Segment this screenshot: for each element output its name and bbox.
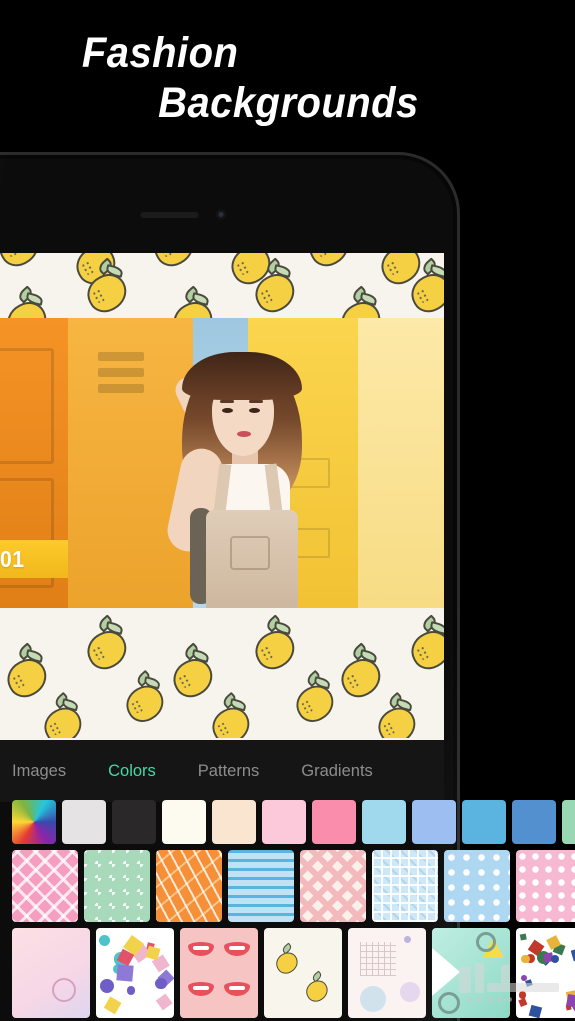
memphis-shape — [155, 993, 172, 1010]
color-swatch-dark-charcoal[interactable] — [112, 800, 156, 844]
color-swatch-cream[interactable] — [162, 800, 206, 844]
background-swatch-pink-abstract-background[interactable] — [12, 928, 90, 1018]
lemon-icon — [293, 671, 337, 722]
lemon-pattern-bottom — [0, 608, 444, 738]
bottom-panel: Images Colors Patterns Gradients — [0, 740, 444, 802]
app-canvas[interactable]: VLOG#01 — [0, 253, 444, 763]
lemon-icon — [4, 287, 50, 318]
pattern-swatch-pink-polka-dot-pattern[interactable] — [516, 850, 575, 922]
colors-row — [0, 800, 575, 844]
lemon-icon — [151, 253, 197, 267]
object-icon — [520, 934, 527, 941]
phone-earpiece — [141, 208, 228, 221]
tab-colors[interactable]: Colors — [108, 762, 156, 781]
eyebrow-right — [249, 400, 263, 403]
model-figure — [156, 338, 331, 608]
lemon-icon — [408, 259, 444, 313]
pattern-swatch-orange-confetti-pattern[interactable] — [156, 850, 222, 922]
lemon-pattern-top — [0, 253, 444, 318]
memphis-shape — [117, 964, 134, 981]
color-swatch-peach[interactable] — [212, 800, 256, 844]
eye-right — [249, 408, 260, 413]
background-swatch-red-lips-background[interactable] — [180, 928, 258, 1018]
lemon-icon — [170, 287, 216, 318]
promo-screenshot: Fashion Backgrounds — [0, 0, 575, 1021]
memphis-shape — [103, 996, 121, 1014]
eyebrow-left — [220, 400, 234, 403]
background-swatch-grid-shapes-background[interactable] — [348, 928, 426, 1018]
decor-circle — [404, 936, 411, 943]
grid-shape — [360, 942, 396, 976]
memphis-shape — [127, 986, 136, 995]
front-camera-icon — [215, 208, 228, 221]
photo-preview[interactable]: VLOG#01 — [0, 318, 444, 608]
color-swatch-light-gray[interactable] — [62, 800, 106, 844]
color-swatch-periwinkle[interactable] — [412, 800, 456, 844]
lemon-icon — [209, 693, 253, 738]
vlog-badge: VLOG#01 — [0, 540, 68, 578]
speaker-grille-icon — [141, 212, 199, 218]
lemon-icon — [375, 693, 419, 738]
lemon-icon — [170, 644, 216, 698]
overall-pocket — [230, 536, 270, 570]
headline-line-2: Backgrounds — [0, 78, 465, 128]
color-swatch-sky-blue[interactable] — [462, 800, 506, 844]
locker-cream — [358, 318, 444, 608]
pattern-swatch-pink-diamond-pattern[interactable] — [12, 850, 78, 922]
memphis-shape — [99, 935, 110, 946]
lemon-icon — [252, 259, 298, 313]
triangle-shape — [432, 948, 460, 996]
memphis-shape — [155, 978, 167, 990]
decor-circle — [360, 986, 386, 1012]
pattern-swatch-pink-chevron-pattern[interactable] — [300, 850, 366, 922]
color-swatch-light-pink[interactable] — [262, 800, 306, 844]
lemon-icon — [274, 944, 300, 974]
pattern-swatch-blue-wave-pattern[interactable] — [228, 850, 294, 922]
lemon-icon — [0, 253, 42, 267]
lips-icon — [188, 982, 214, 996]
lemon-icon — [306, 253, 352, 267]
pattern-swatch-blue-crosshatch-pattern[interactable] — [372, 850, 438, 922]
tab-images[interactable]: Images — [12, 762, 66, 781]
background-swatch-memphis-shapes-background[interactable] — [96, 928, 174, 1018]
background-swatch-lemon-background[interactable] — [264, 928, 342, 1018]
tab-patterns[interactable]: Patterns — [198, 762, 259, 781]
lips — [237, 431, 251, 437]
object-icon — [570, 947, 575, 961]
lemon-icon — [338, 644, 384, 698]
patterns-row — [0, 850, 575, 922]
page-title: Fashion Backgrounds — [0, 28, 500, 128]
lemon-icon — [4, 644, 50, 698]
ring-shape — [476, 932, 496, 952]
lemon-icon — [123, 671, 167, 722]
lemon-icon — [304, 972, 330, 1002]
vlog-badge-label: VLOG#01 — [0, 546, 24, 573]
pattern-swatch-blue-polka-dot-pattern[interactable] — [444, 850, 510, 922]
tab-gradients[interactable]: Gradients — [301, 762, 373, 781]
lips-icon — [224, 942, 250, 956]
color-swatch-mint-green[interactable] — [562, 800, 575, 844]
memphis-shape — [100, 979, 114, 993]
lips-icon — [224, 982, 250, 996]
lemon-icon — [408, 616, 444, 670]
lemon-icon — [338, 287, 384, 318]
color-swatch-color-picker[interactable] — [12, 800, 56, 844]
lemon-icon — [41, 693, 85, 738]
tab-bar: Images Colors Patterns Gradients — [0, 740, 444, 802]
lemon-icon — [84, 259, 130, 313]
headline-line-1: Fashion — [0, 28, 465, 78]
color-swatch-hot-pink[interactable] — [312, 800, 356, 844]
hair-bangs — [182, 352, 302, 400]
lemon-icon — [252, 616, 298, 670]
lemon-icon — [84, 616, 130, 670]
store-watermark — [457, 961, 567, 1007]
decor-circle — [400, 982, 420, 1002]
lips-icon — [188, 942, 214, 956]
pattern-swatch-green-quatrefoil-pattern[interactable] — [84, 850, 150, 922]
color-swatch-steel-blue[interactable] — [512, 800, 556, 844]
eye-left — [222, 408, 233, 413]
color-swatch-light-blue[interactable] — [362, 800, 406, 844]
